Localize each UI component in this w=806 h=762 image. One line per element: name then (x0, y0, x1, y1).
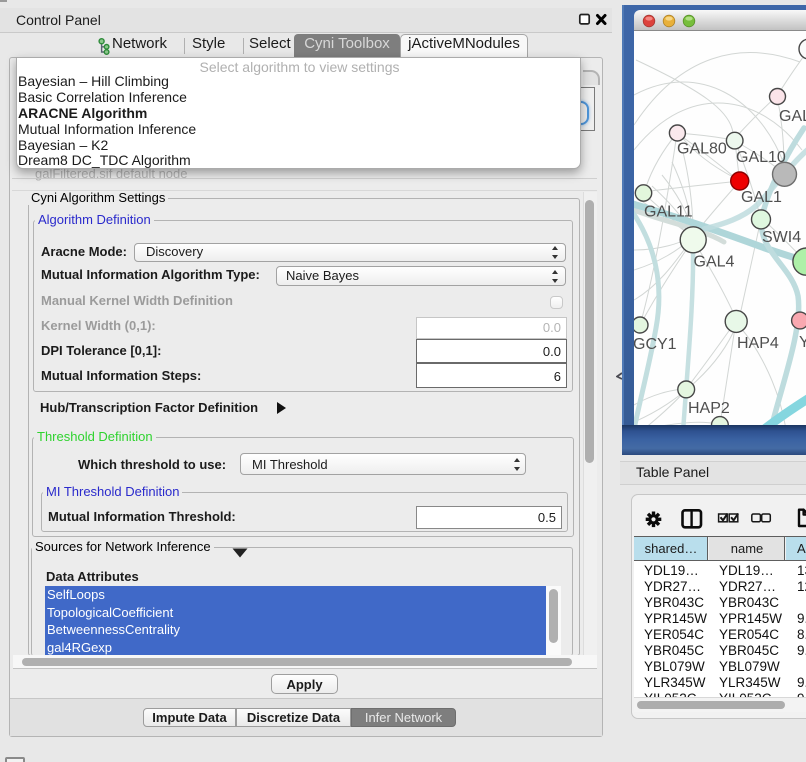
svg-text:SWI4: SWI4 (762, 229, 801, 246)
svg-text:GAL80: GAL80 (677, 141, 727, 158)
svg-text:GAL10: GAL10 (736, 149, 786, 166)
svg-text:GAL4: GAL4 (694, 254, 735, 271)
svg-text:HAP4: HAP4 (737, 335, 779, 352)
svg-text:GAL11: GAL11 (644, 204, 693, 221)
svg-text:GAL2: GAL2 (779, 108, 806, 125)
svg-text:HAP2: HAP2 (688, 400, 730, 417)
svg-text:Y: Y (799, 334, 806, 351)
svg-text:GAL1: GAL1 (741, 189, 782, 206)
svg-text:GCY1: GCY1 (634, 336, 677, 353)
